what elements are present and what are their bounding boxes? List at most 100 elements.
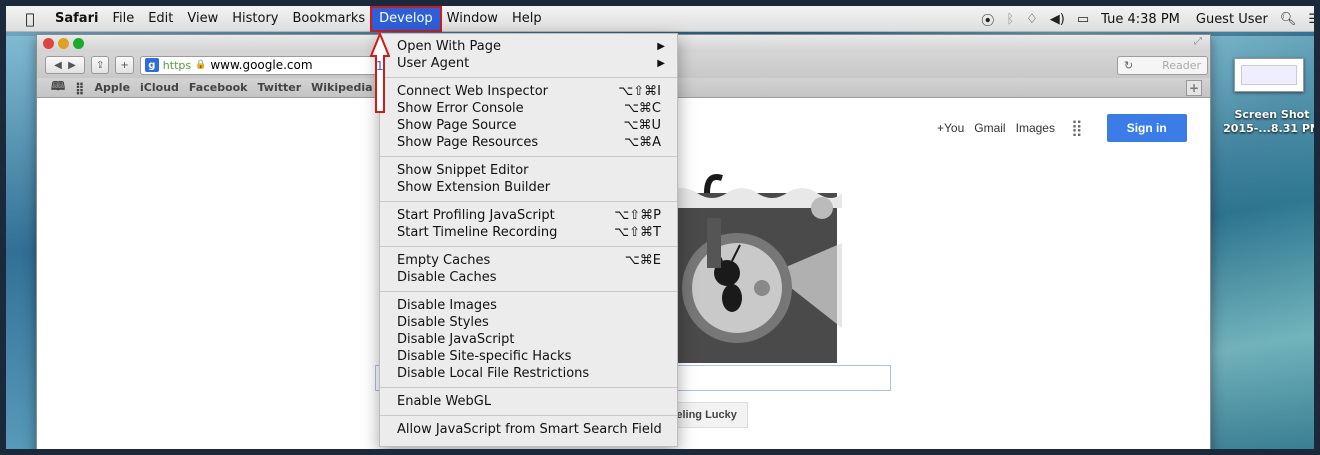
fullscreen-icon[interactable]: ⤢: [1194, 36, 1202, 47]
reload-reader-field[interactable]: ↻ Reader: [1117, 56, 1208, 75]
menu-item-label: User Agent: [397, 56, 470, 71]
bluetooth-icon[interactable]: ᛒ: [1006, 12, 1014, 27]
images-link[interactable]: Images: [1016, 121, 1055, 135]
menu-item-show-error-console[interactable]: Show Error Console ⌥⌘C: [380, 100, 677, 117]
menu-item-label: Empty Caches: [397, 253, 491, 268]
menu-separator: [380, 77, 677, 78]
menu-item-show-extension-builder[interactable]: Show Extension Builder: [380, 179, 677, 196]
menu-history[interactable]: History: [225, 8, 285, 30]
share-button[interactable]: ⇪: [91, 56, 110, 74]
desktop-file-label[interactable]: Screen Shot 2015-...8.31 PM: [1220, 108, 1320, 136]
menu-separator: [380, 291, 677, 292]
menu-item-disable-styles[interactable]: Disable Styles: [380, 314, 677, 331]
menu-item-shortcut: ⌥⇧⌘P: [614, 208, 661, 223]
menu-item-shortcut: ⌥⇧⌘I: [618, 84, 661, 99]
wallpaper-wave: [1201, 36, 1314, 449]
close-window-button[interactable]: [43, 38, 54, 49]
menu-item-label: Show Page Resources: [397, 135, 539, 150]
menu-item-disable-images[interactable]: Disable Images: [380, 297, 677, 314]
menu-develop[interactable]: Develop: [370, 6, 442, 32]
back-icon[interactable]: ◀: [54, 60, 62, 71]
menu-item-label: Show Error Console: [397, 101, 524, 116]
https-label: https: [162, 58, 192, 72]
apple-icon[interactable]: : [12, 10, 48, 28]
forward-icon[interactable]: ▶: [68, 60, 76, 71]
menu-item-label: Start Timeline Recording: [397, 225, 558, 240]
desktop: Screen Shot 2015-...8.31 PM ⤢ ◀ ▶ ⇪ + g …: [0, 0, 1320, 455]
menu-item-start-profiling-javascript[interactable]: Start Profiling JavaScript ⌥⇧⌘P: [380, 207, 677, 224]
spotlight-icon[interactable]: 🔍︎: [1280, 12, 1297, 27]
menu-item-label: Open With Page: [397, 39, 501, 54]
callout-number: 1: [376, 59, 384, 73]
menu-item-show-page-resources[interactable]: Show Page Resources ⌥⌘A: [380, 134, 677, 151]
menu-item-enable-webgl[interactable]: Enable WebGL: [380, 393, 677, 410]
url-text: www.google.com: [210, 58, 313, 72]
bookmark-facebook[interactable]: Facebook: [189, 81, 248, 94]
menu-item-user-agent[interactable]: User Agent ▶: [380, 55, 677, 72]
zoom-window-button[interactable]: [73, 38, 84, 49]
menu-item-start-timeline-recording[interactable]: Start Timeline Recording ⌥⇧⌘T: [380, 224, 677, 241]
reader-button[interactable]: Reader: [1162, 59, 1201, 72]
google-header-links: +You Gmail Images ⣿ Sign in: [937, 114, 1187, 142]
lock-icon: 🔒: [195, 60, 207, 70]
menu-item-disable-local-file-restrictions[interactable]: Disable Local File Restrictions: [380, 365, 677, 382]
new-tab-button[interactable]: +: [115, 56, 134, 74]
menu-help[interactable]: Help: [505, 8, 549, 30]
menu-separator: [380, 156, 677, 157]
menu-file[interactable]: File: [105, 8, 141, 30]
user-name[interactable]: Guest User: [1196, 12, 1268, 27]
menu-item-label: Disable Local File Restrictions: [397, 366, 590, 381]
menu-item-label: Disable JavaScript: [397, 332, 515, 347]
bookmark-icloud[interactable]: iCloud: [140, 81, 179, 94]
minimize-window-button[interactable]: [58, 38, 69, 49]
bookmark-wikipedia[interactable]: Wikipedia: [311, 81, 372, 94]
apps-grid-icon[interactable]: ⣿: [1071, 118, 1083, 138]
menu-window[interactable]: Window: [440, 8, 505, 30]
develop-menu: Open With Page ▶ User Agent ▶ Connect Web In…: [379, 33, 678, 447]
share-icon: ⇪: [96, 59, 105, 71]
menu-item-open-with-page[interactable]: Open With Page ▶: [380, 38, 677, 55]
clock[interactable]: Tue 4:38 PM: [1101, 12, 1180, 27]
menu-item-label: Show Extension Builder: [397, 180, 551, 195]
menu-safari[interactable]: Safari: [48, 8, 105, 30]
menu-item-shortcut: ⌥⌘U: [623, 118, 662, 133]
file-thumbnail: [1241, 65, 1297, 85]
top-sites-icon[interactable]: ⣿: [75, 81, 84, 95]
sign-in-button[interactable]: Sign in: [1106, 114, 1187, 142]
menu-item-show-snippet-editor[interactable]: Show Snippet Editor: [380, 162, 677, 179]
file-name-line2: 2015-...8.31 PM: [1223, 122, 1320, 135]
menu-item-disable-javascript[interactable]: Disable JavaScript: [380, 331, 677, 348]
submenu-arrow-icon: ▶: [657, 41, 665, 52]
menu-bookmarks[interactable]: Bookmarks: [286, 8, 373, 30]
plus-you-link[interactable]: +You: [937, 121, 964, 135]
menu-item-label: Allow JavaScript from Smart Search Field: [397, 422, 662, 437]
menu-item-disable-site-specific-hacks[interactable]: Disable Site-specific Hacks: [380, 348, 677, 365]
battery-icon[interactable]: ▭: [1077, 12, 1089, 27]
bookmark-twitter[interactable]: Twitter: [258, 81, 302, 94]
volume-icon[interactable]: ◀): [1050, 12, 1065, 27]
menu-item-label: Disable Images: [397, 298, 497, 313]
menu-bar:  Safari File Edit View History Bookmark…: [6, 6, 1314, 32]
menu-separator: [380, 246, 677, 247]
wifi-icon[interactable]: ♢: [1026, 12, 1038, 27]
menu-view[interactable]: View: [180, 8, 225, 30]
reading-list-icon[interactable]: 🕮: [51, 77, 65, 98]
menu-item-allow-javascript-from-smart-search-field[interactable]: Allow JavaScript from Smart Search Field: [380, 421, 677, 438]
menu-item-disable-caches[interactable]: Disable Caches: [380, 269, 677, 286]
bookmark-apple[interactable]: Apple: [95, 81, 131, 94]
menu-item-empty-caches[interactable]: Empty Caches ⌥⌘E: [380, 252, 677, 269]
menu-item-shortcut: ⌥⌘A: [624, 135, 661, 150]
desktop-file-icon[interactable]: [1234, 58, 1304, 92]
menu-edit[interactable]: Edit: [141, 8, 180, 30]
submenu-arrow-icon: ▶: [657, 58, 665, 69]
menu-item-connect-web-inspector[interactable]: Connect Web Inspector ⌥⇧⌘I: [380, 83, 677, 100]
back-forward-buttons[interactable]: ◀ ▶: [45, 56, 85, 74]
menu-item-shortcut: ⌥⇧⌘T: [614, 225, 661, 240]
notification-icon[interactable]: ☰: [1308, 12, 1314, 27]
gmail-link[interactable]: Gmail: [974, 121, 1005, 135]
menu-separator: [380, 201, 677, 202]
add-tab-icon[interactable]: +: [1186, 80, 1202, 96]
reload-icon[interactable]: ↻: [1124, 59, 1133, 72]
menu-item-show-page-source[interactable]: Show Page Source ⌥⌘U: [380, 117, 677, 134]
location-icon[interactable]: ⦿: [981, 10, 994, 29]
